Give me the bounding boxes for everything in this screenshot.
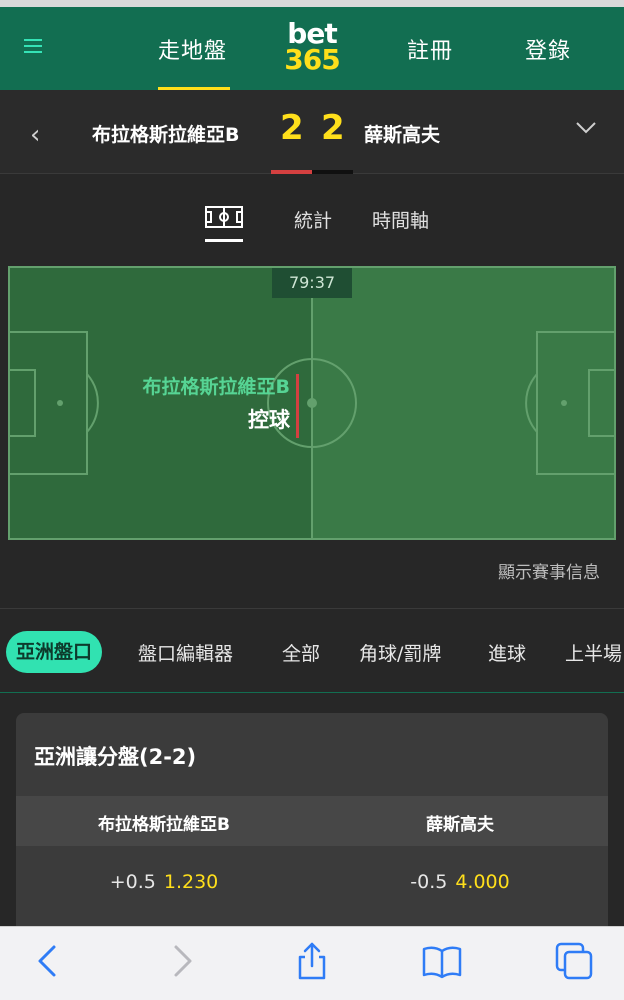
market-tabs: 亞洲盤口 盤口編輯器 全部 角球/罰牌 進球 上半場 (0, 609, 624, 693)
home-handicap: +0.5 (109, 871, 156, 893)
back-icon[interactable] (28, 941, 68, 981)
nav-login[interactable]: 登錄 (525, 33, 571, 65)
away-handicap: -0.5 (410, 871, 448, 893)
possession-team: 布拉格斯拉維亞B (142, 376, 290, 398)
home-score: 2 (280, 108, 304, 148)
market-tab-first-half[interactable]: 上半場 (565, 639, 622, 666)
market-tab-all[interactable]: 全部 (282, 639, 320, 666)
tabs-icon[interactable] (554, 941, 594, 981)
nav-register[interactable]: 註冊 (407, 33, 453, 65)
away-score: 2 (321, 108, 345, 148)
pitch-icon[interactable] (205, 206, 243, 228)
away-odds-button[interactable]: -0.5 4.000 (312, 871, 608, 893)
market-tab-bet-builder[interactable]: 盤口編輯器 (138, 639, 233, 666)
tab-active-underline (205, 239, 243, 242)
home-column-header: 布拉格斯拉維亞B (98, 815, 230, 835)
show-match-info-link[interactable]: 顯示賽事信息 (440, 558, 600, 583)
home-odds-button[interactable]: +0.5 1.230 (16, 871, 312, 893)
home-team-name: 布拉格斯拉維亞B (92, 124, 240, 146)
bookmarks-icon[interactable] (422, 941, 462, 981)
logo-text-bottom: 365 (284, 43, 340, 76)
share-icon[interactable] (292, 941, 332, 981)
tab-timeline[interactable]: 時間軸 (372, 206, 429, 233)
away-team-name: 薛斯高夫 (364, 124, 441, 146)
pitch-graphic (8, 266, 616, 540)
bet365-logo[interactable]: bet 365 (280, 20, 344, 76)
nav-live-betting[interactable]: 走地盤 (158, 33, 227, 65)
market-tab-corners-cards[interactable]: 角球/罰牌 (359, 639, 441, 666)
possession-label: 控球 (248, 408, 290, 432)
match-clock: 79:37 (272, 268, 352, 298)
market-tab-goals[interactable]: 進球 (488, 639, 526, 666)
view-tabs: 統計 時間軸 (0, 174, 624, 264)
top-header: 走地盤 bet 365 註冊 登錄 (0, 7, 624, 90)
tab-stats[interactable]: 統計 (294, 206, 332, 233)
status-strip (0, 0, 624, 7)
chevron-left-icon[interactable]: ‹ (30, 120, 40, 150)
away-column-header: 薛斯高夫 (426, 815, 494, 835)
hamburger-icon[interactable] (24, 37, 44, 57)
scoreboard: ‹ 布拉格斯拉維亞B 2 2 薛斯高夫 (0, 90, 624, 174)
possession-indicator (296, 374, 299, 438)
away-price: 4.000 (455, 871, 510, 893)
asian-handicap-card: 亞洲讓分盤(2-2) 布拉格斯拉維亞B 薛斯高夫 +0.5 1.230 -0.5 4… (16, 713, 608, 953)
forward-icon[interactable] (162, 941, 202, 981)
chevron-down-icon[interactable] (574, 116, 598, 140)
market-tab-asian-lines[interactable]: 亞洲盤口 (6, 631, 103, 673)
market-title[interactable]: 亞洲讓分盤(2-2) (34, 741, 196, 771)
browser-toolbar (0, 926, 624, 1000)
home-price: 1.230 (163, 871, 219, 893)
market-column-headers: 布拉格斯拉維亞B 薛斯高夫 (16, 796, 608, 846)
odds-row: +0.5 1.230 -0.5 4.000 (16, 846, 608, 920)
